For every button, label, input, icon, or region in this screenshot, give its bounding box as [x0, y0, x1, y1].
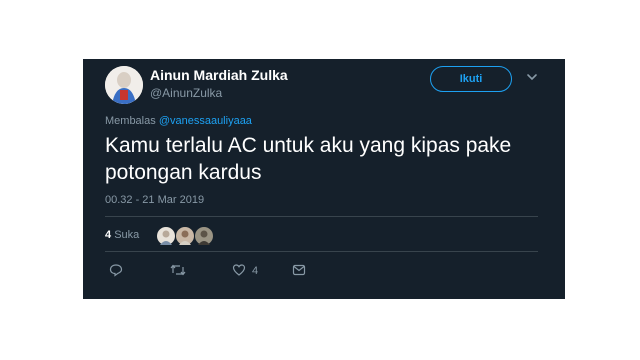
- follow-button[interactable]: Ikuti: [430, 66, 512, 92]
- reply-mention-link[interactable]: @vanessaauliyaaa: [159, 115, 252, 127]
- divider: [105, 251, 538, 252]
- liker-avatar[interactable]: [175, 226, 195, 246]
- tweet-text: Kamu terlalu AC untuk aku yang kipas pak…: [105, 132, 545, 186]
- display-name[interactable]: Ainun Mardiah Zulka: [150, 67, 288, 83]
- chevron-down-icon[interactable]: [524, 69, 540, 85]
- user-handle[interactable]: @AinunZulka: [150, 86, 222, 100]
- tweet-card: Ainun Mardiah Zulka @AinunZulka Ikuti Me…: [83, 59, 565, 299]
- tweet-timestamp[interactable]: 00.32 - 21 Mar 2019: [105, 194, 204, 206]
- like-count: 4: [252, 265, 259, 277]
- avatar[interactable]: [105, 66, 143, 104]
- likes-label: Suka: [114, 229, 140, 241]
- dm-icon[interactable]: [292, 263, 306, 277]
- avatar-image: [105, 66, 143, 104]
- divider: [105, 216, 538, 217]
- tweet-text-line-2: potongan kardus: [105, 161, 262, 184]
- reply-context: Membalas @vanessaauliyaaa: [105, 115, 252, 127]
- liker-avatar[interactable]: [194, 226, 214, 246]
- likes-summary[interactable]: 4 Suka: [105, 229, 139, 241]
- likes-count: 4: [105, 229, 112, 241]
- like-icon[interactable]: [232, 263, 246, 277]
- liker-avatar[interactable]: [156, 226, 176, 246]
- tweet-text-line-1: Kamu terlalu AC untuk aku yang kipas pak…: [105, 134, 512, 157]
- retweet-icon[interactable]: [170, 263, 186, 277]
- reply-prefix: Membalas: [105, 115, 156, 127]
- reply-icon[interactable]: [109, 263, 123, 277]
